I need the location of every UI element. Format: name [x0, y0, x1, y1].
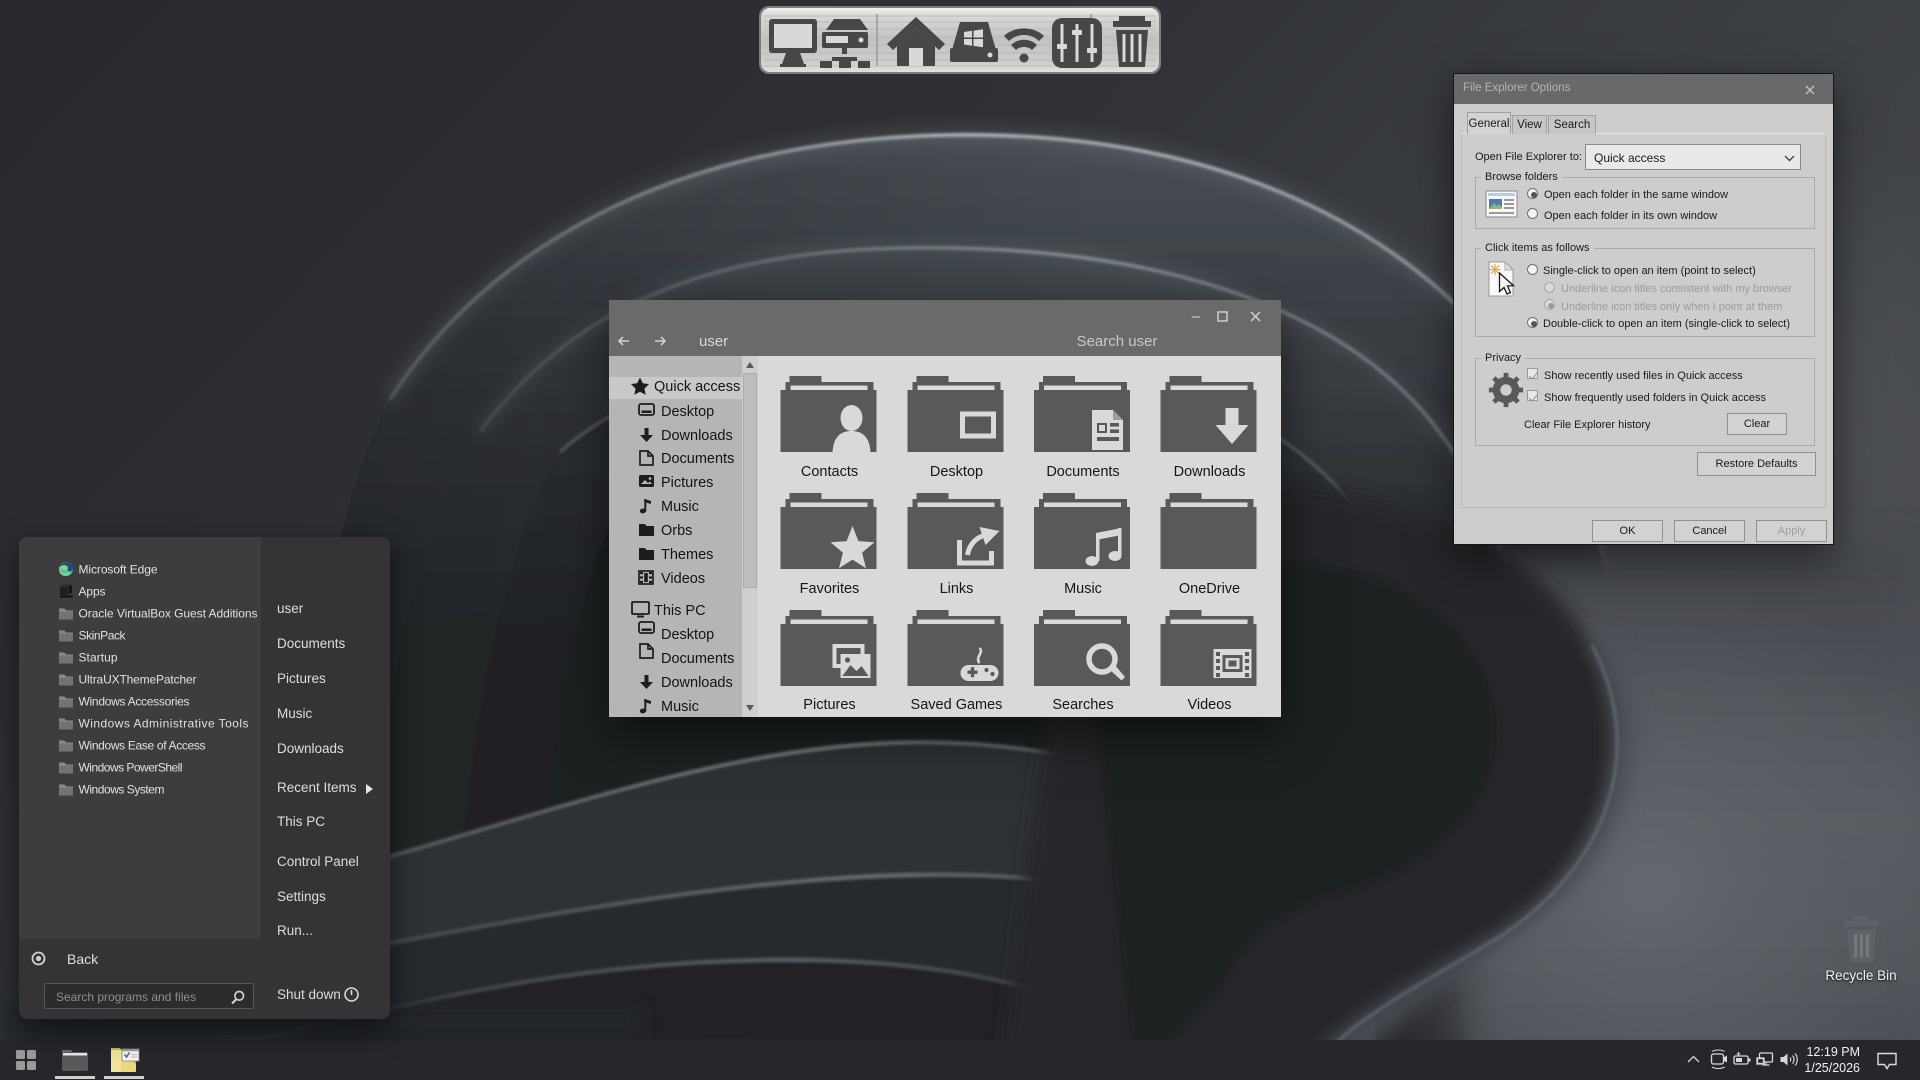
svg-text:Quick access: Quick access: [654, 379, 740, 395]
svg-text:OneDrive: OneDrive: [1179, 581, 1240, 597]
svg-text:Downloads: Downloads: [661, 675, 733, 691]
svg-text:Videos: Videos: [1187, 697, 1231, 713]
svg-text:Contacts: Contacts: [801, 464, 858, 480]
svg-text:Music: Music: [661, 499, 699, 515]
svg-text:Documents: Documents: [661, 451, 734, 467]
svg-text:UltraUXThemePatcher: UltraUXThemePatcher: [79, 673, 197, 687]
svg-text:Oracle VirtualBox Guest Additi: Oracle VirtualBox Guest Additions: [79, 607, 258, 621]
svg-text:Documents: Documents: [661, 651, 734, 667]
svg-text:Microsoft Edge: Microsoft Edge: [79, 563, 158, 577]
svg-text:Saved Games: Saved Games: [911, 697, 1003, 713]
svg-text:Themes: Themes: [661, 547, 713, 563]
svg-text:Searches: Searches: [1052, 697, 1113, 713]
svg-text:Windows Accessories: Windows Accessories: [79, 695, 190, 709]
svg-text:Startup: Startup: [79, 651, 118, 665]
svg-text:Downloads: Downloads: [661, 428, 733, 444]
svg-text:This PC: This PC: [654, 603, 706, 619]
svg-text:Desktop: Desktop: [930, 464, 983, 480]
svg-text:Videos: Videos: [661, 571, 705, 587]
svg-text:Apps: Apps: [79, 585, 106, 599]
svg-text:Documents: Documents: [1046, 464, 1119, 480]
svg-text:Downloads: Downloads: [1174, 464, 1246, 480]
svg-text:Windows Ease of Access: Windows Ease of Access: [79, 739, 206, 753]
svg-text:Desktop: Desktop: [661, 404, 714, 420]
svg-text:Desktop: Desktop: [661, 627, 714, 643]
svg-text:Windows Administrative Tools: Windows Administrative Tools: [79, 717, 249, 731]
svg-text:SkinPack: SkinPack: [79, 629, 127, 643]
svg-text:Links: Links: [940, 581, 974, 597]
svg-text:Pictures: Pictures: [661, 475, 713, 491]
svg-text:Windows System: Windows System: [79, 783, 165, 797]
svg-text:Music: Music: [661, 699, 699, 715]
svg-text:Music: Music: [1064, 581, 1102, 597]
svg-text:Windows PowerShell: Windows PowerShell: [79, 761, 183, 775]
svg-text:Favorites: Favorites: [800, 581, 860, 597]
svg-text:Orbs: Orbs: [661, 523, 692, 539]
svg-text:Pictures: Pictures: [803, 697, 855, 713]
